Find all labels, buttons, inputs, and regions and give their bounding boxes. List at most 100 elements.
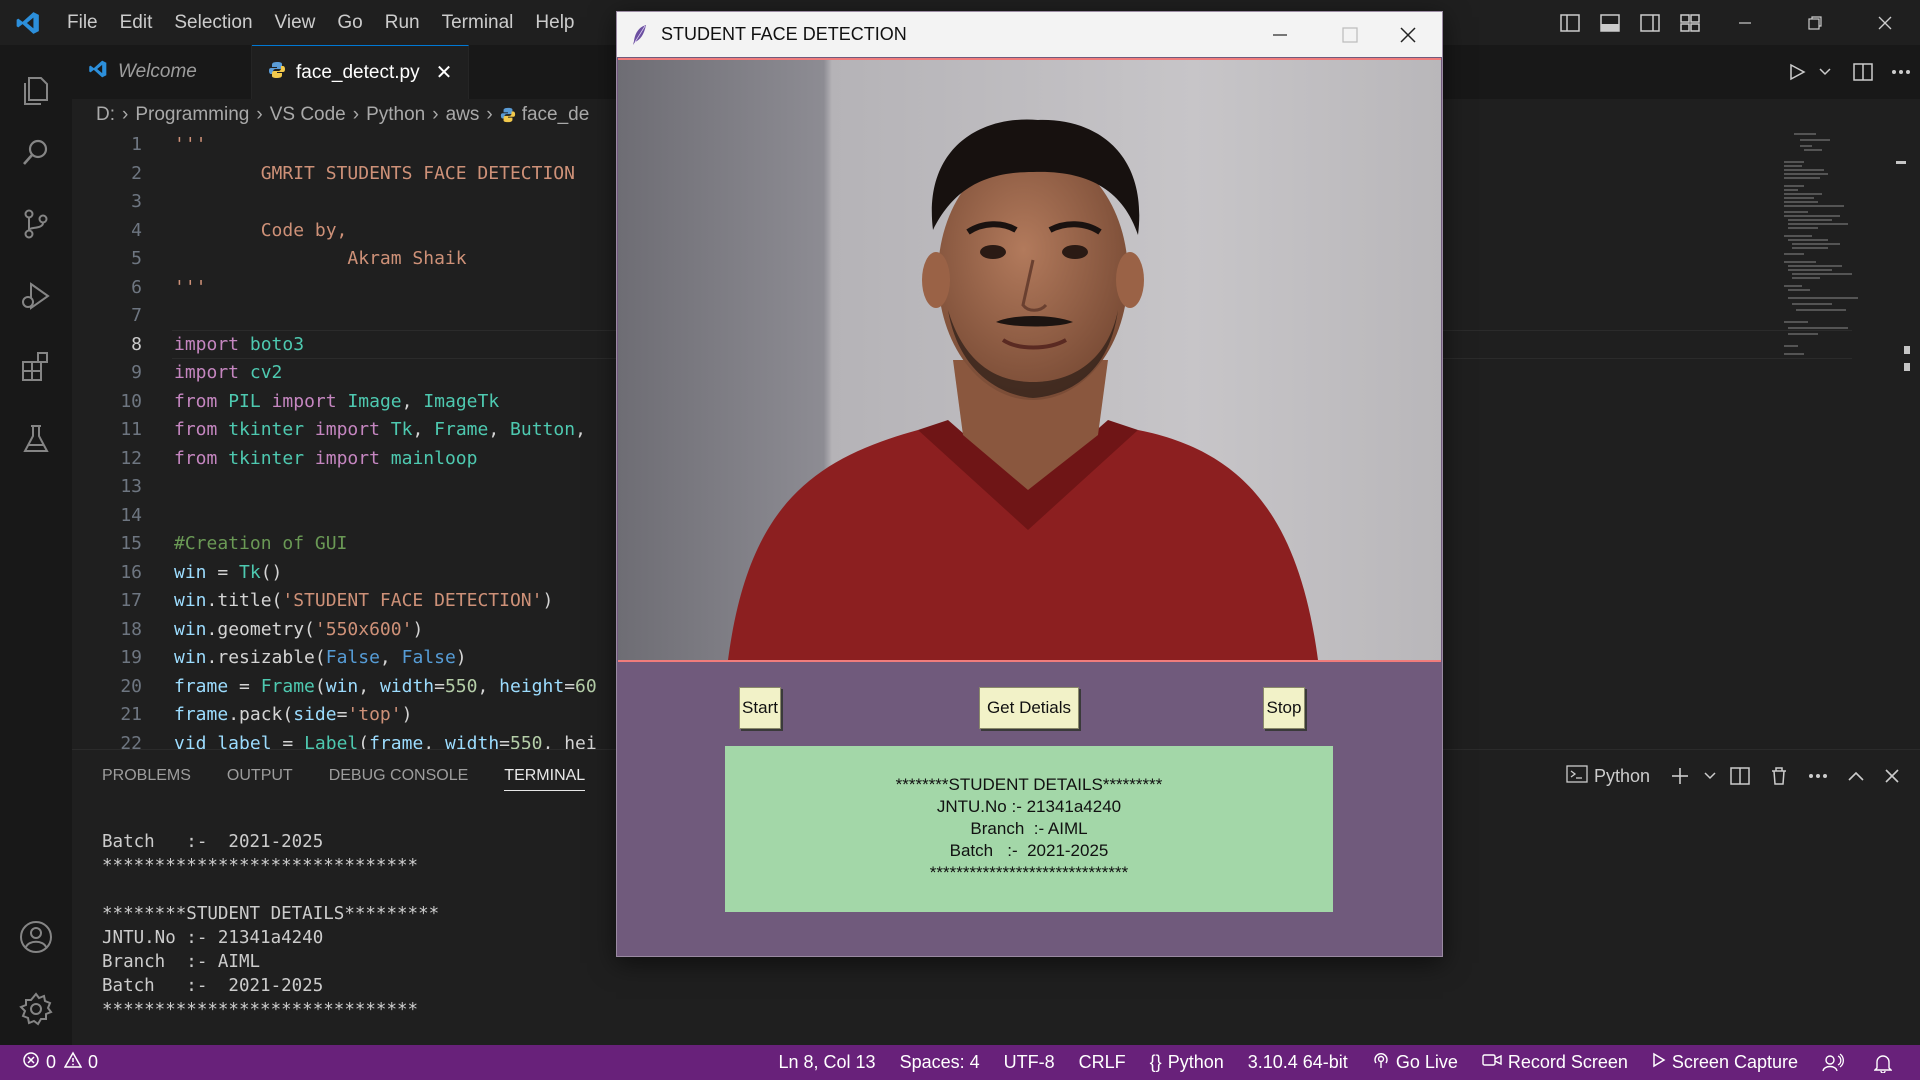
extensions-icon[interactable] bbox=[0, 334, 72, 400]
code-line[interactable]: win = Tk() bbox=[174, 559, 597, 588]
chevron-down-icon[interactable] bbox=[1816, 68, 1834, 76]
code-line[interactable]: from tkinter import Tk, Frame, Button, bbox=[174, 416, 597, 445]
maximize-panel-icon[interactable] bbox=[1838, 771, 1874, 781]
line-number: 3 bbox=[131, 191, 142, 212]
code-line[interactable]: #Creation of GUI bbox=[174, 530, 597, 559]
code-lines[interactable]: ''' GMRIT STUDENTS FACE DETECTION Code b… bbox=[174, 131, 597, 749]
menu-view[interactable]: View bbox=[264, 0, 327, 45]
code-line[interactable]: win.title('STUDENT FACE DETECTION') bbox=[174, 587, 597, 616]
terminal-line: Branch :- AIML bbox=[102, 952, 261, 972]
breadcrumb-item[interactable]: aws bbox=[446, 104, 480, 126]
line-number: 1 bbox=[131, 134, 142, 155]
toggle-panel-icon[interactable] bbox=[1590, 0, 1630, 45]
run-and-debug-icon[interactable] bbox=[0, 263, 72, 329]
tab-problems[interactable]: PROBLEMS bbox=[102, 750, 191, 802]
notifications-bell-icon[interactable] bbox=[1874, 1053, 1898, 1073]
tab-face-detect[interactable]: face_detect.py ✕ bbox=[252, 45, 470, 99]
tk-close-icon[interactable] bbox=[1373, 12, 1443, 57]
cursor-position[interactable]: Ln 8, Col 13 bbox=[779, 1052, 876, 1073]
tk-minimize-icon[interactable] bbox=[1245, 12, 1315, 57]
code-line[interactable]: ''' bbox=[174, 274, 597, 303]
code-line[interactable] bbox=[174, 188, 597, 217]
tab-terminal[interactable]: TERMINAL bbox=[504, 761, 586, 791]
close-panel-icon[interactable] bbox=[1874, 768, 1910, 784]
split-editor-icon[interactable] bbox=[1844, 63, 1882, 81]
close-icon[interactable] bbox=[1850, 0, 1920, 45]
terminal-shell-selector[interactable]: Python bbox=[1556, 764, 1660, 788]
end-of-line[interactable]: CRLF bbox=[1079, 1052, 1126, 1073]
code-line[interactable]: Code by, bbox=[174, 217, 597, 246]
accounts-status-icon[interactable] bbox=[1822, 1052, 1850, 1073]
menu-file[interactable]: File bbox=[56, 0, 109, 45]
menu-help[interactable]: Help bbox=[524, 0, 585, 45]
breadcrumb-item[interactable]: D: bbox=[96, 104, 115, 126]
more-actions-icon[interactable] bbox=[1882, 69, 1920, 75]
breadcrumb-item[interactable]: VS Code bbox=[270, 104, 346, 126]
source-control-icon[interactable] bbox=[0, 191, 72, 257]
breadcrumb-item[interactable]: face_de bbox=[522, 104, 590, 126]
language-mode[interactable]: {} Python bbox=[1150, 1052, 1224, 1073]
menu-edit[interactable]: Edit bbox=[109, 0, 164, 45]
terminal-output[interactable]: Batch :- 2021-2025 **********************… bbox=[102, 830, 439, 1022]
explorer-icon[interactable] bbox=[0, 58, 72, 124]
vscode-logo-icon bbox=[0, 0, 56, 45]
record-screen-button[interactable]: Record Screen bbox=[1482, 1052, 1628, 1073]
start-button[interactable]: Start bbox=[739, 687, 781, 729]
menu-go[interactable]: Go bbox=[326, 0, 373, 45]
close-tab-icon[interactable]: ✕ bbox=[436, 60, 453, 85]
chevron-right-icon: › bbox=[256, 104, 263, 125]
code-line[interactable] bbox=[174, 302, 597, 331]
search-icon[interactable] bbox=[0, 120, 72, 186]
line-number: 8 bbox=[131, 333, 142, 355]
code-line[interactable]: import boto3 bbox=[174, 331, 597, 360]
trash-icon[interactable] bbox=[1760, 766, 1798, 786]
new-terminal-icon[interactable] bbox=[1660, 766, 1700, 786]
minimize-icon[interactable] bbox=[1710, 0, 1780, 45]
code-line[interactable]: vid_label = Label(frame, width=550, hei bbox=[174, 730, 597, 750]
code-line[interactable]: from tkinter import mainloop bbox=[174, 445, 597, 474]
python-interpreter[interactable]: 3.10.4 64-bit bbox=[1248, 1052, 1348, 1073]
tab-output[interactable]: OUTPUT bbox=[227, 750, 293, 802]
code-line[interactable]: import cv2 bbox=[174, 359, 597, 388]
code-line[interactable]: GMRIT STUDENTS FACE DETECTION bbox=[174, 160, 597, 189]
minimap[interactable] bbox=[1774, 131, 1914, 749]
code-line[interactable] bbox=[174, 473, 597, 502]
stop-button[interactable]: Stop bbox=[1263, 687, 1305, 729]
code-line[interactable]: frame = Frame(win, width=550, height=60 bbox=[174, 673, 597, 702]
customize-layout-icon[interactable] bbox=[1670, 0, 1710, 45]
go-live-label: Go Live bbox=[1395, 1052, 1458, 1072]
menu-selection[interactable]: Selection bbox=[163, 0, 263, 45]
testing-icon[interactable] bbox=[0, 406, 72, 472]
run-python-file-icon[interactable] bbox=[1778, 63, 1816, 81]
tk-window-title: STUDENT FACE DETECTION bbox=[661, 24, 907, 44]
breadcrumb-item[interactable]: Python bbox=[366, 104, 425, 126]
tab-debug-console[interactable]: DEBUG CONSOLE bbox=[329, 750, 469, 802]
settings-gear-icon[interactable] bbox=[0, 976, 72, 1042]
student-details-panel: ********STUDENT DETAILS********* JNTU.No … bbox=[725, 746, 1333, 912]
code-line[interactable]: win.geometry('550x600') bbox=[174, 616, 597, 645]
eol-label: CRLF bbox=[1078, 1052, 1126, 1072]
toggle-primary-sidebar-icon[interactable] bbox=[1550, 0, 1590, 45]
menu-terminal[interactable]: Terminal bbox=[431, 0, 525, 45]
breadcrumb-item[interactable]: Programming bbox=[135, 104, 249, 126]
more-actions-icon[interactable] bbox=[1798, 773, 1838, 779]
code-line[interactable]: ''' bbox=[174, 131, 597, 160]
tab-welcome[interactable]: Welcome bbox=[72, 45, 252, 99]
get-details-button[interactable]: Get Detials bbox=[979, 687, 1079, 729]
code-line[interactable]: from PIL import Image, ImageTk bbox=[174, 388, 597, 417]
encoding[interactable]: UTF-8 bbox=[1004, 1052, 1055, 1073]
go-live-button[interactable]: Go Live bbox=[1372, 1051, 1458, 1074]
split-terminal-icon[interactable] bbox=[1720, 767, 1760, 785]
indentation[interactable]: Spaces: 4 bbox=[900, 1052, 980, 1073]
restore-icon[interactable] bbox=[1780, 0, 1850, 45]
code-line[interactable]: win.resizable(False, False) bbox=[174, 644, 597, 673]
chevron-down-icon[interactable] bbox=[1700, 772, 1720, 780]
problems-status[interactable]: 0 0 bbox=[22, 1051, 98, 1074]
code-line[interactable] bbox=[174, 502, 597, 531]
menu-run[interactable]: Run bbox=[374, 0, 431, 45]
screen-capture-button[interactable]: Screen Capture bbox=[1652, 1052, 1798, 1073]
toggle-secondary-sidebar-icon[interactable] bbox=[1630, 0, 1670, 45]
code-line[interactable]: frame.pack(side='top') bbox=[174, 701, 597, 730]
account-icon[interactable] bbox=[0, 904, 72, 970]
code-line[interactable]: Akram Shaik bbox=[174, 245, 597, 274]
